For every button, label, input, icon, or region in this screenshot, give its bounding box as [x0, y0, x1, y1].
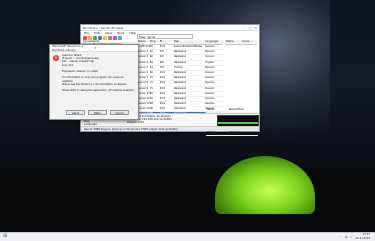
table-cell: 66 [149, 70, 153, 74]
table-cell: Wasteland [173, 81, 187, 85]
table-cell: Russian [205, 55, 215, 59]
table-cell: Russian [205, 81, 215, 85]
table-cell: Wasteland [173, 76, 187, 80]
table-cell: 80 [149, 91, 153, 95]
table-cell: Russian [205, 70, 215, 74]
dialog-title: Microsoft Visual C++ Runtime Library [52, 44, 84, 52]
table-cell: English [205, 60, 214, 64]
table-cell: 64 [149, 65, 153, 69]
table-cell: Russian [205, 91, 215, 95]
table-cell: 0/10 [159, 81, 166, 85]
menu-view[interactable]: View [105, 31, 112, 35]
server-table: Name Ping Pl. Map Language RuPW 3v3 50 5/1… [137, 40, 223, 118]
glowing-tent [215, 156, 315, 214]
table-cell: 50 [149, 45, 153, 48]
table-cell: 82 [149, 96, 153, 100]
menu-help[interactable]: Help [129, 31, 136, 35]
close-button[interactable]: ✕ [254, 26, 257, 30]
table-cell: 64 [149, 60, 153, 64]
table-cell: 70 [149, 81, 153, 85]
table-cell: 5/10 [159, 45, 166, 48]
table-cell: 60 [149, 55, 153, 59]
players-header: Name Score [225, 40, 257, 45]
dialog-title-bar: Microsoft Visual C++ Runtime Library ✕ [50, 44, 138, 52]
hill-silhouette [0, 168, 375, 232]
table-cell: 0/8 [159, 60, 164, 64]
start-icon[interactable]: ⊞ [3, 234, 8, 239]
table-cell: Wasteland [173, 107, 187, 111]
table-cell: Wasteland [173, 86, 187, 90]
message-line: failure, see the Visual C++ documentatio… [62, 82, 127, 86]
column-header[interactable]: Name [225, 40, 241, 44]
table-cell: 3/8 [159, 65, 164, 69]
table-cell: Wasteland [173, 60, 187, 64]
column-header[interactable]: Language [205, 40, 223, 44]
table-cell: 0/10 [159, 107, 166, 111]
property-key: Uptime [207, 130, 216, 134]
property-value: 04:20:13 [229, 130, 240, 134]
retry-button[interactable]: Retry [88, 110, 107, 115]
table-cell: 0/10 [159, 96, 166, 100]
column-header[interactable]: Ping [150, 40, 160, 44]
clock-date: 05.11.2019 [355, 236, 370, 240]
table-cell: 90 [149, 107, 153, 111]
error-icon: ✕ [53, 55, 59, 61]
minimize-button[interactable]: – [244, 26, 246, 30]
table-cell: Russian [205, 76, 215, 80]
menu-tools[interactable]: Tools [117, 31, 124, 35]
table-cell: ProMap [173, 65, 183, 69]
table-cell: Wasteland [173, 96, 187, 100]
table-cell: 0/10 [159, 91, 166, 95]
table-cell: Wasteland [173, 55, 187, 59]
menu-edit[interactable]: Edit [94, 31, 100, 35]
property-key: Name [207, 108, 215, 111]
table-cell: 70 [149, 76, 153, 80]
table-cell: Russian [205, 45, 215, 48]
table-cell: Russian [205, 86, 215, 90]
table-cell: Russian [205, 65, 215, 69]
error-dialog: Microsoft Visual C++ Runtime Library ✕ ✕… [49, 44, 139, 120]
maximize-button[interactable]: □ [249, 26, 252, 30]
table-cell: Wasteland [173, 70, 187, 74]
column-header[interactable]: Score [241, 40, 257, 44]
table-cell: 0/8 [159, 55, 164, 59]
table-cell: 0/10 [159, 102, 166, 106]
table-cell: 60 [149, 50, 153, 54]
window-title: Nicotine+ / Server Browser [83, 25, 124, 30]
column-header[interactable]: Pl. [160, 40, 174, 44]
message-line: (Press Retry to debug the application - … [62, 89, 134, 93]
table-cell: RussianPixelWorldMaker [173, 45, 203, 48]
table-cell: Russian [205, 102, 215, 106]
error-message: Assertion failed! Program: ...\nicotine\g… [62, 54, 134, 92]
clock[interactable]: 21:37 05.11.2019 [356, 233, 370, 240]
table-cell: Wasteland [173, 91, 187, 95]
table-cell: Russian [205, 50, 215, 54]
property-value: RussianPixel [229, 108, 244, 111]
column-header[interactable]: Map [174, 40, 206, 44]
ignore-button[interactable]: Ignore [110, 110, 129, 115]
table-cell: 88 [149, 102, 153, 106]
table-cell: 0/10 [159, 86, 166, 90]
table-cell: 1/10 [159, 70, 166, 74]
abort-button[interactable]: Abort [66, 110, 85, 115]
status-bar: Server 3968 players, playing on 29 serve… [81, 126, 259, 131]
table-cell: 0/10 [159, 76, 166, 80]
menu-file[interactable]: File [84, 31, 89, 35]
property-row: Uptime 04:20:13 [206, 131, 258, 136]
dialog-close-button[interactable]: ✕ [94, 46, 136, 50]
table-cell: 2/8 [159, 50, 164, 54]
table-cell: Wasteland [173, 50, 187, 54]
filter-input[interactable]: Filter: Server [137, 34, 193, 39]
table-cell: Wasteland [173, 102, 187, 106]
detail-line: Players: 5/10 [127, 121, 144, 124]
tray-icons[interactable]: ^ ◔ ⌁ [339, 235, 353, 239]
graph-line [218, 122, 258, 124]
table-cell: Russian [205, 96, 215, 100]
table-cell: 75 [149, 86, 153, 90]
